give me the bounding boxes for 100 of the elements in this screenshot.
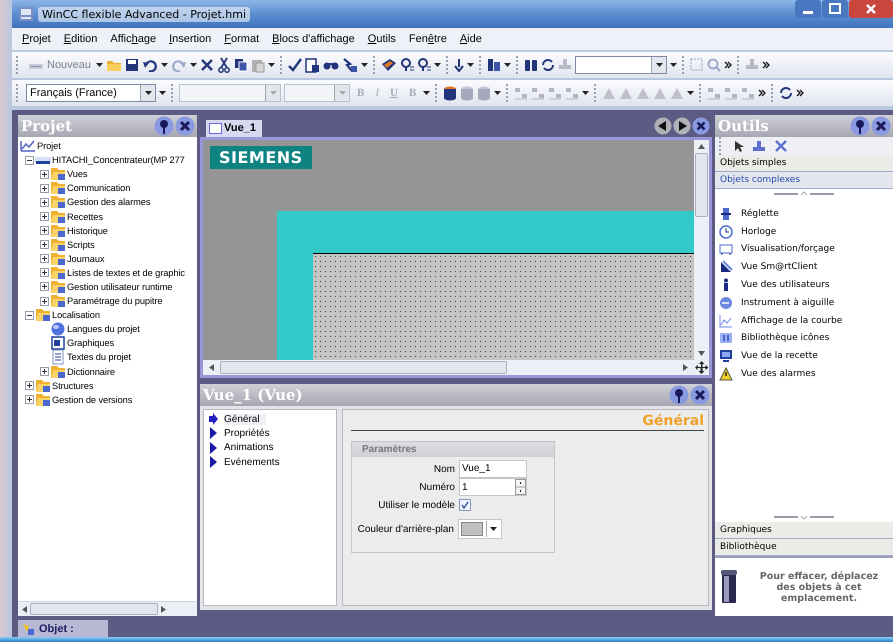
minimize-button[interactable] [795, 0, 821, 18]
caret-icon[interactable] [434, 63, 442, 67]
color-picker[interactable] [458, 519, 502, 539]
tool-item[interactable]: Vue des alarmes [741, 369, 816, 380]
chevron-icon[interactable] [758, 89, 766, 97]
database-icon[interactable] [443, 86, 458, 100]
scissors-icon[interactable] [217, 57, 232, 73]
pin-icon[interactable] [154, 116, 174, 136]
tree-item[interactable]: Paramétrage du pupitre [67, 296, 162, 306]
number-field[interactable]: 1 [459, 478, 527, 496]
tree-item[interactable]: Textes du projet [67, 352, 132, 362]
caret-icon[interactable] [96, 63, 104, 67]
caret-icon[interactable] [687, 91, 694, 95]
scroll-thumb[interactable] [220, 361, 507, 374]
expand-icon[interactable] [40, 184, 49, 193]
help-icon[interactable] [400, 58, 414, 72]
caret-icon[interactable] [494, 91, 502, 95]
cross-icon[interactable] [200, 58, 214, 72]
caret-icon[interactable] [159, 91, 166, 95]
nav-item[interactable]: Evénements [204, 454, 336, 470]
menu-item[interactable]: Outils [368, 32, 396, 46]
tree-item[interactable]: Listes de textes et de graphic [67, 268, 185, 278]
tool-item[interactable]: Visualisation/forçage [741, 244, 835, 254]
expand-icon[interactable] [25, 381, 34, 390]
save-icon[interactable] [125, 58, 140, 72]
expand-icon[interactable] [40, 268, 49, 278]
caret-icon[interactable] [361, 63, 368, 67]
tree-item[interactable]: Gestion utilisateur runtime [67, 282, 172, 292]
scroll-left-icon[interactable] [209, 364, 214, 371]
caret-icon[interactable] [190, 63, 198, 67]
chevron-icon[interactable] [762, 61, 770, 69]
scroll-right-icon[interactable] [161, 606, 166, 612]
tree-item[interactable]: Langues du projet [67, 324, 140, 334]
nav-item[interactable]: Animations [204, 440, 336, 455]
collapse-icon[interactable] [25, 156, 34, 165]
tool-item[interactable]: Bibliothèque icônes [741, 333, 830, 344]
stamp-icon[interactable] [752, 140, 766, 152]
expand-icon[interactable] [40, 296, 49, 306]
expand-icon[interactable] [40, 254, 49, 264]
expand-icon[interactable] [40, 226, 49, 236]
menu-item[interactable]: Affichage [110, 32, 156, 46]
menu-item[interactable]: Aide [460, 32, 482, 46]
tool-item[interactable]: Vue Sm@rtClient [741, 262, 818, 272]
close-icon[interactable] [692, 117, 710, 135]
scroll-up-icon[interactable] [698, 144, 705, 149]
section-header[interactable]: Bibliothèque [715, 539, 893, 556]
splitter-icon[interactable] [774, 191, 834, 197]
menu-item[interactable]: Format [224, 32, 260, 46]
name-field[interactable]: Vue_1 [459, 460, 527, 478]
caret-icon[interactable] [161, 63, 168, 67]
menu-item[interactable]: Blocs d'affichage [272, 32, 355, 46]
refresh-icon[interactable] [779, 86, 794, 100]
menu-item[interactable]: Edition [64, 32, 98, 46]
tool-item[interactable]: Affichage de la courbe [741, 316, 842, 326]
pin-icon[interactable] [669, 385, 689, 405]
previous-icon[interactable] [654, 117, 672, 135]
check-icon[interactable] [288, 58, 302, 72]
collapse-icon[interactable] [25, 310, 34, 320]
expand-icon[interactable] [40, 170, 49, 179]
transfer-icon[interactable] [342, 57, 358, 73]
caret-icon[interactable] [504, 63, 512, 67]
move-icon[interactable] [695, 361, 708, 374]
book-icon[interactable] [381, 58, 398, 72]
tree-item[interactable]: Projet [37, 141, 61, 152]
tree-item[interactable]: Journaux [67, 254, 104, 264]
refresh-icon[interactable] [541, 58, 556, 72]
document-icon[interactable] [305, 58, 320, 72]
pin-icon[interactable] [850, 116, 870, 136]
copy-icon[interactable] [234, 58, 248, 72]
maximize-button[interactable] [822, 0, 848, 18]
trash-icon[interactable] [721, 570, 737, 604]
tool-item[interactable]: Horloge [741, 226, 776, 237]
caret-icon[interactable] [467, 63, 474, 67]
close-button[interactable] [849, 0, 893, 18]
horizontal-scrollbar[interactable] [18, 601, 197, 616]
expand-icon[interactable] [40, 367, 49, 376]
caret-icon[interactable] [268, 63, 276, 67]
next-icon[interactable] [673, 117, 691, 135]
tool-item[interactable]: Vue des utilisateurs [741, 280, 830, 290]
chevron-icon[interactable] [724, 61, 732, 69]
tree-item[interactable]: Localisation [52, 310, 100, 320]
tools-icon[interactable] [774, 139, 788, 153]
tree-item[interactable]: Structures [52, 380, 94, 391]
section-header[interactable]: Graphiques [715, 522, 893, 539]
tree-item[interactable]: Gestion de versions [52, 394, 132, 405]
tree-item[interactable]: Vues [67, 169, 88, 180]
tool-item[interactable]: Vue de la recette [741, 351, 818, 362]
binoculars-icon[interactable] [524, 58, 538, 72]
nav-item[interactable]: Propriétés [204, 426, 336, 441]
nav-item[interactable]: Général [204, 412, 336, 426]
caret-icon[interactable] [423, 91, 430, 95]
menu-item[interactable]: Projet [22, 32, 51, 46]
tree-item[interactable]: Gestion des alarmes [67, 197, 150, 208]
tool-item[interactable]: Instrument à aiguille [741, 298, 834, 308]
clipboard-icon[interactable] [251, 58, 266, 72]
close-icon[interactable] [175, 116, 195, 136]
expand-icon[interactable] [40, 282, 49, 292]
expand-icon[interactable] [40, 198, 49, 207]
arrow-down-icon[interactable] [454, 58, 464, 72]
section-header[interactable]: Objets complexes [715, 172, 893, 189]
